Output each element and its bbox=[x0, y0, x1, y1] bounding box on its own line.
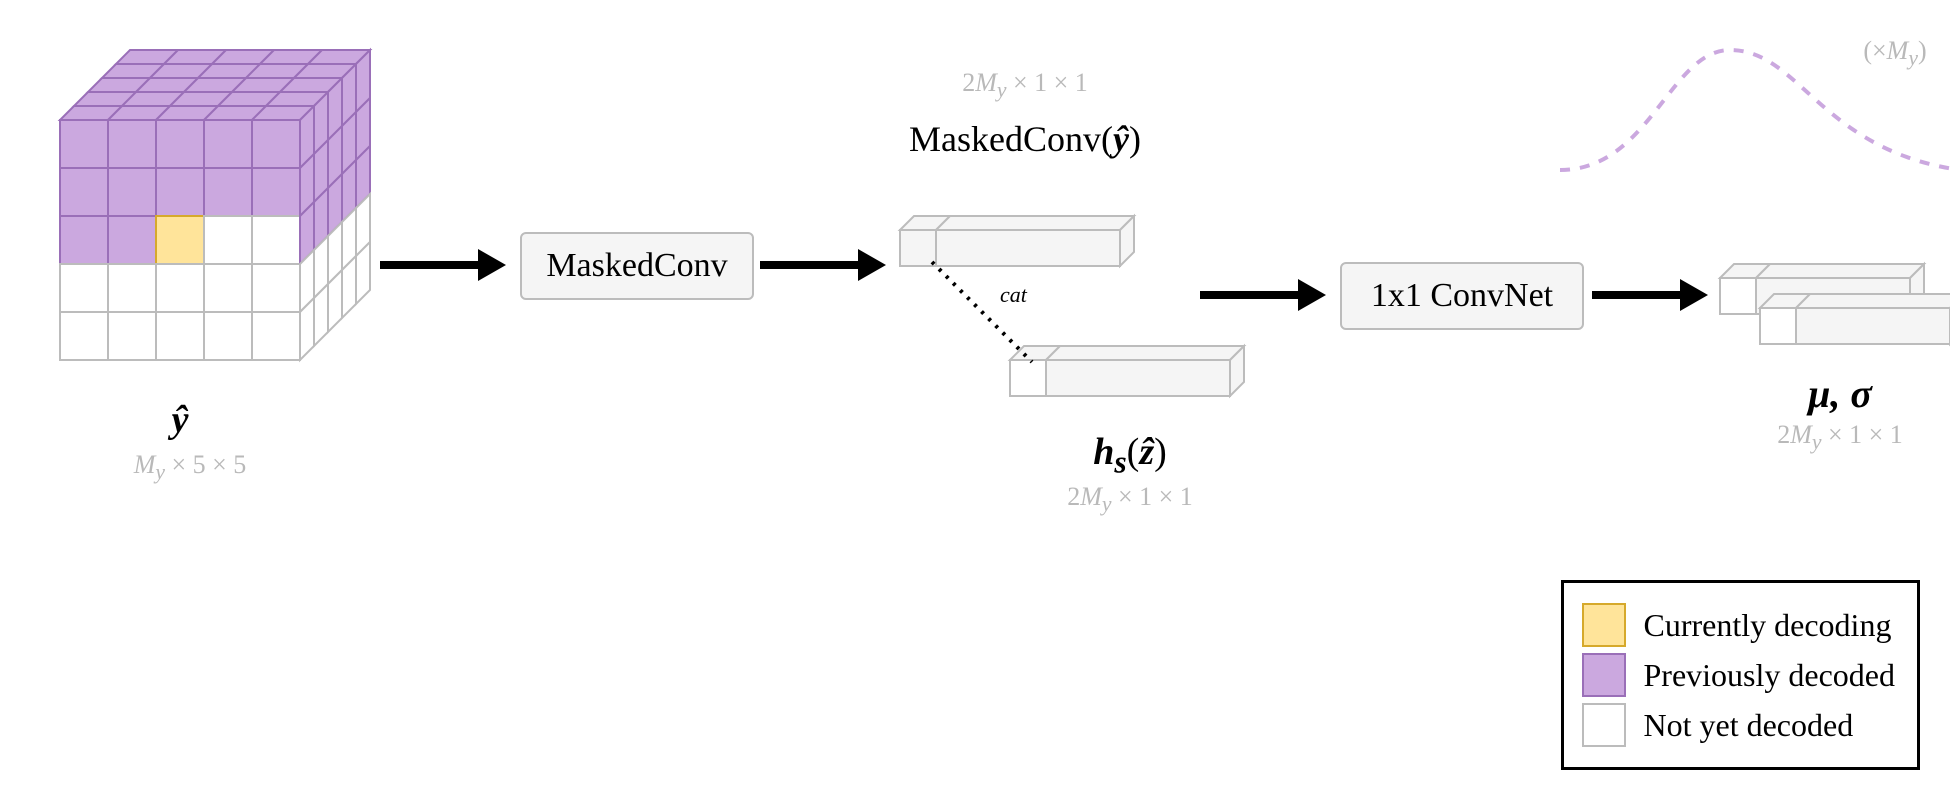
legend-swatch-prev bbox=[1582, 653, 1626, 697]
legend-swatch-notyet bbox=[1582, 703, 1626, 747]
legend-notyet: Not yet decoded bbox=[1582, 703, 1896, 747]
arrow-4-line bbox=[1592, 291, 1682, 299]
sigma-rod bbox=[1750, 268, 1950, 358]
maskedconv-y-dims: 2My × 1 × 1 bbox=[900, 68, 1150, 103]
arrow-2-line bbox=[760, 261, 860, 269]
arrow-2-head bbox=[858, 249, 886, 281]
legend-box: Currently decoding Previously decoded No… bbox=[1561, 580, 1921, 770]
arrow-1-line bbox=[380, 261, 480, 269]
y-hat-label: ŷ bbox=[150, 398, 210, 444]
legend-swatch-current bbox=[1582, 603, 1626, 647]
mu-sigma-label: μ, σ bbox=[1780, 370, 1900, 418]
maskedconv-y-label: MaskedConv(ŷ) bbox=[870, 118, 1180, 161]
times-my-label: (×My) bbox=[1840, 36, 1950, 71]
hs-z-dims: 2My × 1 × 1 bbox=[1010, 482, 1250, 517]
convnet-box: 1x1 ConvNet bbox=[1340, 262, 1584, 330]
y-hat-dims: My × 5 × 5 bbox=[110, 450, 270, 485]
legend-prev: Previously decoded bbox=[1582, 653, 1896, 697]
arrow-1-head bbox=[478, 249, 506, 281]
cat-label: cat bbox=[1000, 282, 1027, 308]
mu-sigma-dims: 2My × 1 × 1 bbox=[1730, 420, 1950, 455]
arrow-4-head bbox=[1680, 279, 1708, 311]
arrow-3-head bbox=[1298, 279, 1326, 311]
arrow-3-line bbox=[1200, 291, 1300, 299]
maskedconv-box: MaskedConv bbox=[520, 232, 754, 300]
voxel-grid bbox=[40, 20, 390, 380]
hs-z-label: hs(ẑ) bbox=[1040, 430, 1220, 482]
legend-current: Currently decoding bbox=[1582, 603, 1896, 647]
cat-dots bbox=[920, 250, 1120, 390]
